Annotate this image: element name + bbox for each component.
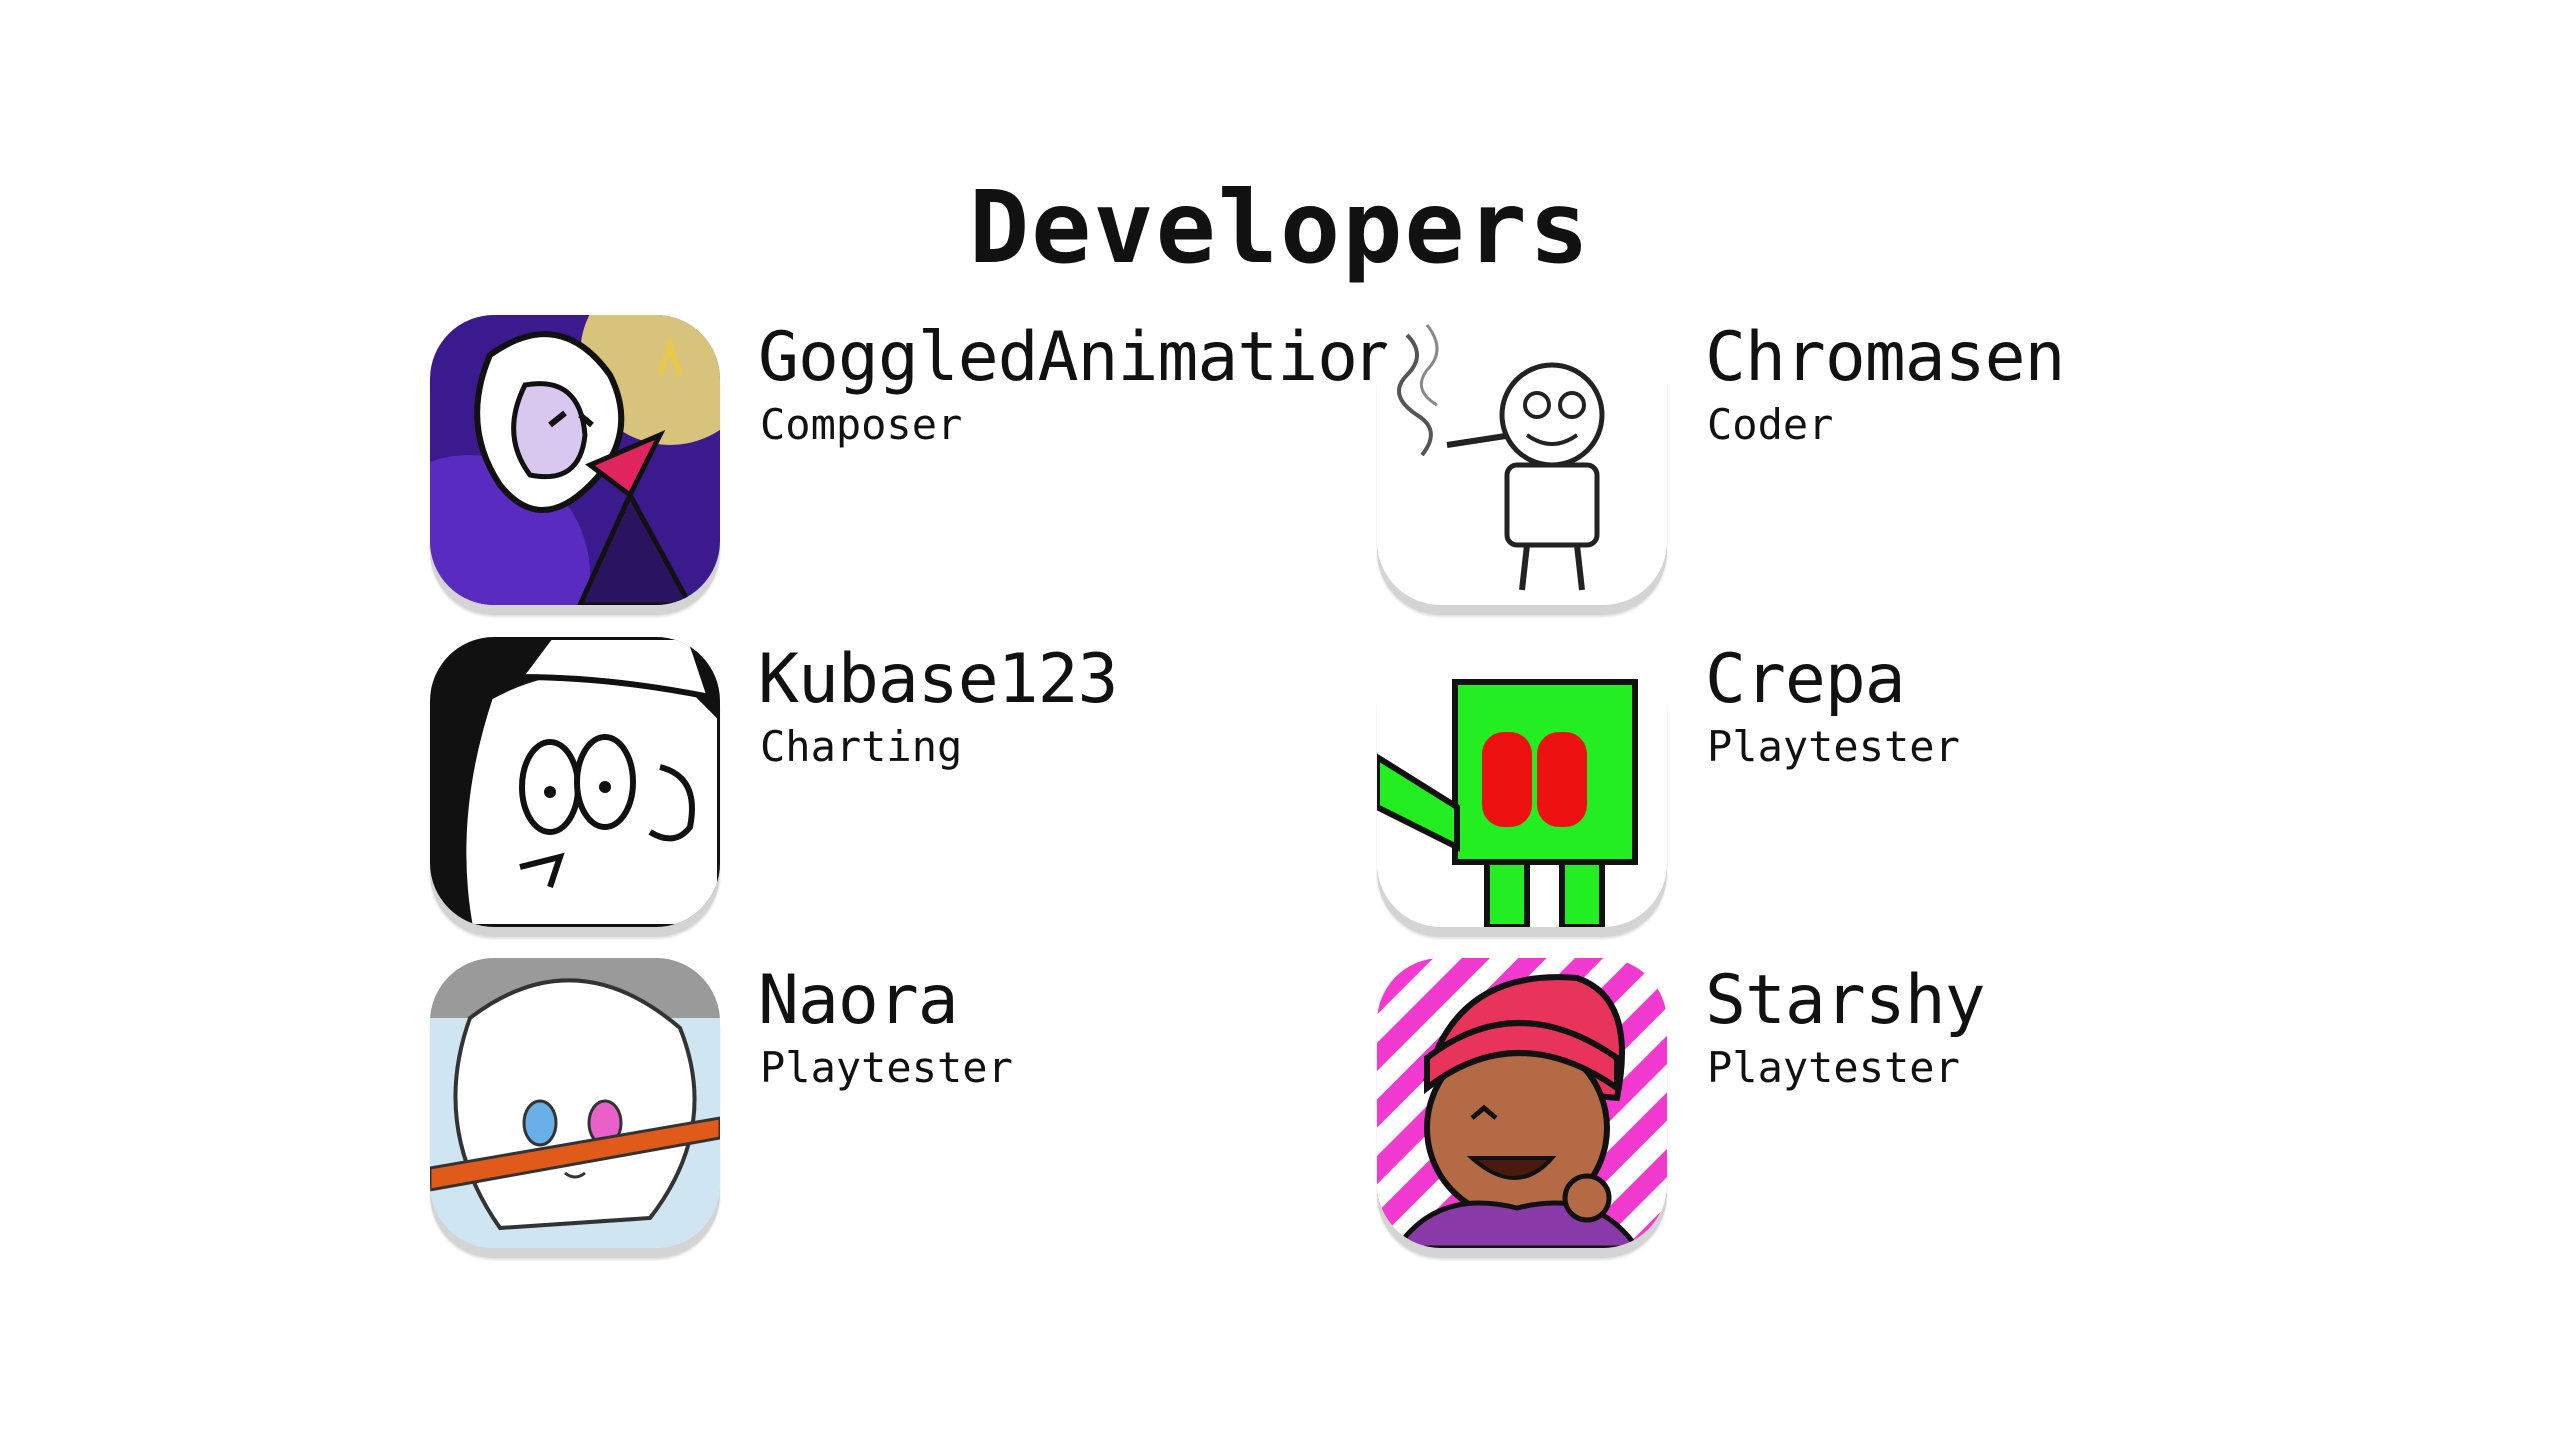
developer-role: Coder	[1707, 400, 1834, 449]
kubase-avatar	[430, 637, 720, 927]
chromasen-avatar	[1377, 315, 1667, 605]
developer-role: Composer	[760, 400, 963, 449]
credits-page: Developers GoggledAnimations Composer Ch…	[0, 0, 2560, 1440]
page-title: Developers	[968, 169, 1592, 286]
starshy-avatar	[1377, 958, 1667, 1248]
developer-card-chromasen[interactable]: Chromasen Coder	[1377, 315, 2277, 615]
developer-card-kubase123[interactable]: Kubase123 Charting	[430, 637, 1330, 937]
developer-role: Playtester	[1707, 722, 1960, 771]
developer-card-starshy[interactable]: Starshy Playtester	[1377, 958, 2277, 1258]
developer-role: Playtester	[760, 1043, 1013, 1092]
developer-card-crepa[interactable]: Crepa Playtester	[1377, 637, 2277, 937]
developer-name: GoggledAnimations	[758, 318, 1438, 397]
developer-name: Starshy	[1705, 961, 1986, 1040]
naora-avatar	[430, 958, 720, 1248]
goggled-avatar	[430, 315, 720, 605]
developer-name: Crepa	[1705, 640, 1906, 719]
developer-name: Chromasen	[1705, 318, 2065, 397]
developer-role: Playtester	[1707, 1043, 1960, 1092]
developer-card-goggledanimations[interactable]: GoggledAnimations Composer	[430, 315, 1438, 615]
developer-role: Charting	[760, 722, 963, 771]
developer-card-naora[interactable]: Naora Playtester	[430, 958, 1330, 1258]
developer-name: Kubase123	[758, 640, 1118, 719]
developer-name: Naora	[758, 961, 959, 1040]
crepa-avatar	[1377, 637, 1667, 927]
